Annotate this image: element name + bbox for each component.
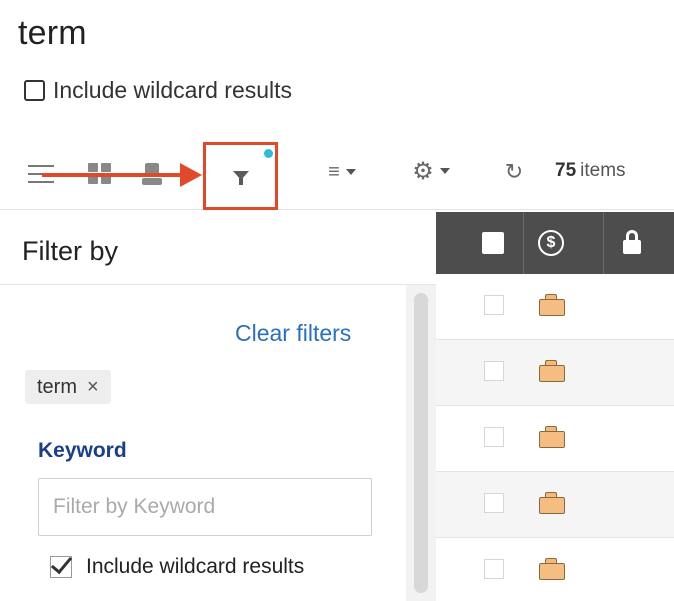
table-row[interactable]	[436, 406, 674, 472]
clear-filters-link[interactable]: Clear filters	[235, 320, 351, 347]
keyword-filter-input[interactable]	[38, 478, 372, 536]
callout-arrow-head	[180, 163, 202, 187]
include-wildcard-label: Include wildcard results	[53, 77, 293, 103]
item-count: 75 items	[555, 160, 626, 182]
callout-arrow	[42, 173, 182, 177]
keyword-wildcard-label: Include wildcard results	[86, 555, 305, 578]
gear-icon: ⚙	[412, 157, 434, 185]
chevron-down-icon	[345, 169, 356, 175]
results-table-header: $	[436, 212, 674, 274]
settings-menu-button[interactable]: ⚙	[408, 156, 454, 186]
folder-icon	[539, 426, 565, 448]
sort-icon: ≡	[328, 160, 340, 183]
active-filter-chip: term ×	[25, 370, 111, 404]
toolbar: ≡ ⚙ ↻ 75 items	[0, 132, 674, 210]
page-title: term	[18, 14, 87, 52]
chevron-down-icon	[439, 168, 450, 174]
row-checkbox[interactable]	[484, 493, 504, 513]
folder-icon	[539, 492, 565, 514]
filter-panel: Filter by Clear filters term × Keyword I…	[0, 212, 436, 601]
active-filter-chip-label: term	[37, 375, 77, 398]
filter-panel-header: Filter by	[0, 212, 436, 285]
include-wildcard-checkbox[interactable]	[24, 80, 45, 101]
keyword-wildcard-checkbox[interactable]	[50, 551, 73, 578]
lock-icon[interactable]	[623, 230, 641, 254]
active-filter-indicator	[264, 149, 273, 158]
row-checkbox[interactable]	[484, 427, 504, 447]
filter-toggle-button[interactable]	[203, 142, 278, 210]
row-checkbox[interactable]	[484, 361, 504, 381]
refresh-icon[interactable]: ↻	[500, 158, 528, 186]
results-table: $	[436, 212, 674, 601]
select-all-checkbox[interactable]	[482, 232, 504, 254]
scrollbar-thumb[interactable]	[414, 293, 428, 593]
item-count-suffix: items	[580, 160, 626, 181]
table-row[interactable]	[436, 340, 674, 406]
table-row[interactable]	[436, 538, 674, 601]
table-row[interactable]	[436, 472, 674, 538]
dollar-icon[interactable]: $	[538, 230, 564, 256]
folder-icon	[539, 558, 565, 580]
table-row[interactable]	[436, 274, 674, 340]
include-wildcard-option[interactable]: Include wildcard results	[24, 77, 292, 104]
filter-panel-title: Filter by	[22, 236, 119, 266]
keyword-section-label: Keyword	[38, 439, 127, 462]
folder-icon	[539, 294, 565, 316]
item-count-number: 75	[555, 160, 577, 181]
folder-icon	[539, 360, 565, 382]
close-icon[interactable]: ×	[87, 376, 99, 399]
row-checkbox[interactable]	[484, 559, 504, 579]
filter-panel-scrollbar[interactable]	[406, 285, 436, 601]
keyword-wildcard-option[interactable]: Include wildcard results	[50, 551, 305, 579]
sort-menu-button[interactable]: ≡	[318, 158, 366, 186]
row-checkbox[interactable]	[484, 295, 504, 315]
checkmark-icon	[50, 551, 73, 575]
